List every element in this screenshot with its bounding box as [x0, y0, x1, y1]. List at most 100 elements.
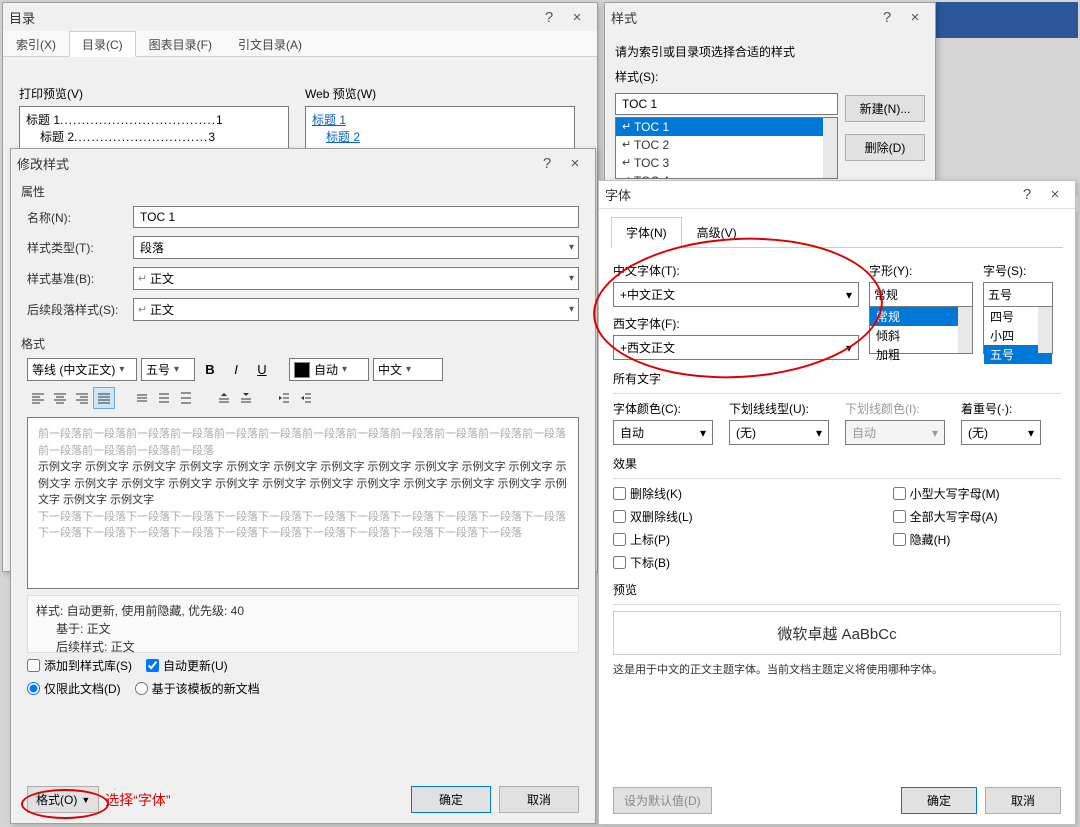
align-center-button[interactable] — [49, 387, 71, 409]
auto-update-checkbox[interactable]: 自动更新(U) — [146, 657, 228, 674]
list-item: ↵TOC 1 — [616, 118, 837, 136]
background-ribbon — [936, 2, 1078, 38]
align-justify-button[interactable] — [93, 387, 115, 409]
styles-listbox[interactable]: ↵TOC 1 ↵TOC 2 ↵TOC 3 ↵TOC 4 — [615, 117, 838, 179]
underline-color-combo: 自动▾ — [845, 420, 945, 445]
chevron-down-icon: ▾ — [569, 242, 574, 253]
cancel-button[interactable]: 取消 — [985, 787, 1061, 814]
base-label: 样式基准(B): — [27, 270, 133, 287]
help-icon[interactable]: ? — [1013, 186, 1041, 203]
increase-indent-button[interactable] — [295, 387, 317, 409]
styles-name-input[interactable]: TOC 1 — [615, 93, 838, 115]
help-icon[interactable]: ? — [873, 9, 901, 26]
add-to-library-checkbox[interactable]: 添加到样式库(S) — [27, 657, 132, 674]
align-right-button[interactable] — [71, 387, 93, 409]
double-strike-checkbox[interactable]: 双删除线(L) — [613, 508, 693, 525]
space-before-dec-button[interactable] — [235, 387, 257, 409]
hidden-checkbox[interactable]: 隐藏(H) — [893, 531, 1000, 548]
font-style-input[interactable]: 常规 — [869, 282, 973, 307]
next-label: 后续段落样式(S): — [27, 301, 133, 318]
name-label: 名称(N): — [27, 209, 133, 226]
web-link-h2[interactable]: 标题 2 — [326, 130, 360, 144]
tab-font[interactable]: 字体(N) — [611, 217, 682, 248]
web-link-h1[interactable]: 标题 1 — [312, 113, 346, 127]
ok-button[interactable]: 确定 — [411, 786, 491, 813]
chevron-down-icon: ▾ — [342, 364, 347, 375]
scrollbar[interactable] — [958, 307, 972, 353]
font-size-list[interactable]: 四号 小四 五号 — [983, 306, 1053, 354]
all-text-section: 所有文字 — [613, 370, 1061, 387]
superscript-checkbox[interactable]: 上标(P) — [613, 531, 693, 548]
font-color-combo[interactable]: 自动▾ — [613, 420, 713, 445]
toc-title: 目录 — [9, 8, 535, 27]
cn-font-combo[interactable]: +中文正文▾ — [613, 282, 859, 307]
styles-title: 样式 — [611, 8, 873, 27]
underline-color-label: 下划线颜色(I): — [845, 400, 945, 417]
new-style-button[interactable]: 新建(N)... — [845, 95, 925, 122]
tab-advanced[interactable]: 高级(V) — [682, 217, 752, 248]
close-icon[interactable]: × — [563, 9, 591, 26]
chevron-down-icon: ▾ — [932, 426, 938, 440]
next-combo[interactable]: ↵正文▾ — [133, 298, 579, 321]
subscript-checkbox[interactable]: 下标(B) — [613, 554, 693, 571]
this-doc-radio[interactable]: 仅限此文档(D) — [27, 680, 121, 697]
tab-cit[interactable]: 引文目录(A) — [225, 31, 315, 56]
underline-type-label: 下划线线型(U): — [729, 400, 829, 417]
align-left-button[interactable] — [27, 387, 49, 409]
para-spacing-group — [213, 387, 257, 409]
format-dropdown-button[interactable]: 格式(O)▼ — [27, 786, 99, 813]
tab-index[interactable]: 索引(X) — [3, 31, 69, 56]
type-combo[interactable]: 段落▾ — [133, 236, 579, 259]
chevron-down-icon: ▾ — [1028, 426, 1034, 440]
en-font-combo[interactable]: +西文正文▾ — [613, 335, 859, 360]
language-combo[interactable]: 中文▾ — [373, 358, 443, 381]
emphasis-combo[interactable]: (无)▾ — [961, 420, 1041, 445]
list-item: ↵TOC 2 — [616, 136, 837, 154]
font-family-combo[interactable]: 等线 (中文正文)▾ — [27, 358, 137, 381]
decrease-indent-button[interactable] — [273, 387, 295, 409]
space-before-inc-button[interactable] — [213, 387, 235, 409]
font-size-input[interactable]: 五号 — [983, 282, 1053, 307]
ok-button[interactable]: 确定 — [901, 787, 977, 814]
line-spacing-2-button[interactable] — [175, 387, 197, 409]
line-spacing-1-button[interactable] — [131, 387, 153, 409]
underline-type-combo[interactable]: (无)▾ — [729, 420, 829, 445]
bold-button[interactable]: B — [199, 359, 221, 381]
close-icon[interactable]: × — [561, 155, 589, 172]
close-icon[interactable]: × — [901, 9, 929, 26]
font-color-label: 字体颜色(C): — [613, 400, 713, 417]
font-preview-box: 微软卓越 AaBbCc — [613, 611, 1061, 655]
spacing-group — [131, 387, 197, 409]
chevron-down-icon: ▾ — [816, 426, 822, 440]
cn-font-label: 中文字体(T): — [613, 262, 859, 279]
tab-fig[interactable]: 图表目录(F) — [136, 31, 225, 56]
font-title: 字体 — [605, 185, 1013, 204]
name-input[interactable] — [133, 206, 579, 228]
help-icon[interactable]: ? — [533, 155, 561, 172]
list-item: ↵TOC 3 — [616, 154, 837, 172]
italic-button[interactable]: I — [225, 359, 247, 381]
font-note: 这是用于中文的正文主题字体。当前文档主题定义将使用哪种字体。 — [613, 661, 1061, 677]
strike-checkbox[interactable]: 删除线(K) — [613, 485, 693, 502]
allcaps-checkbox[interactable]: 全部大写字母(A) — [893, 508, 1000, 525]
chevron-down-icon: ▾ — [119, 364, 124, 375]
scrollbar[interactable] — [823, 118, 837, 178]
cancel-button[interactable]: 取消 — [499, 786, 579, 813]
en-font-label: 西文字体(F): — [613, 315, 859, 332]
smallcaps-checkbox[interactable]: 小型大写字母(M) — [893, 485, 1000, 502]
modify-style-dialog: 修改样式 ? × 属性 名称(N): 样式类型(T): 段落▾ 样式基准(B):… — [10, 148, 596, 824]
underline-button[interactable]: U — [251, 359, 273, 381]
delete-style-button[interactable]: 删除(D) — [845, 134, 925, 161]
help-icon[interactable]: ? — [535, 9, 563, 26]
font-style-list[interactable]: 常规 倾斜 加粗 — [869, 306, 973, 354]
template-radio[interactable]: 基于该模板的新文档 — [135, 680, 260, 697]
list-item: 常规 — [870, 307, 972, 326]
scrollbar[interactable] — [1038, 307, 1052, 353]
set-default-button[interactable]: 设为默认值(D) — [613, 787, 712, 814]
close-icon[interactable]: × — [1041, 186, 1069, 203]
base-combo[interactable]: ↵正文▾ — [133, 267, 579, 290]
font-size-combo[interactable]: 五号▾ — [141, 358, 195, 381]
tab-toc[interactable]: 目录(C) — [69, 31, 136, 57]
line-spacing-15-button[interactable] — [153, 387, 175, 409]
font-color-combo[interactable]: 自动▾ — [289, 358, 369, 381]
